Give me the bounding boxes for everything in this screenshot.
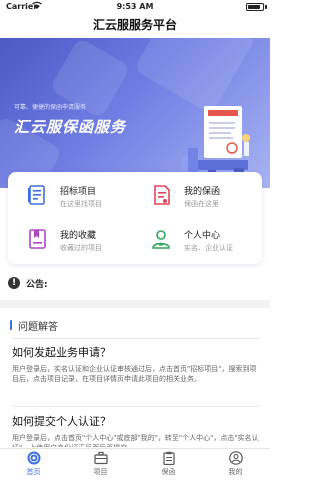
menu-item-subtitle: 保函在这里 [184,200,219,208]
page-title: 汇云服服务平台 [92,18,177,32]
menu-item-subtitle: 在这里找项目 [60,200,102,208]
menu-item-title: 招标项目 [60,187,97,197]
faq-item[interactable]: 如何提交个人认证？ 用户登录后，点击首页"个人中心"或底部"我的"，转至"个人中… [12,413,260,447]
faq-divider [12,406,260,407]
document-list-icon [28,185,45,205]
status-time: 9:53 AM [116,2,154,11]
tab-projects[interactable]: 项目 [67,451,134,480]
hero-banner[interactable]: 可靠、便捷的保函申请服务 汇云服保函服务 [0,38,270,188]
faq-question: 如何发起业务申请？ [12,346,111,359]
tab-label: 保函 [161,468,176,476]
notice-label: 公告: [26,280,48,290]
profile-icon [228,451,243,465]
menu-item-my-favorites[interactable]: 我的收藏 收藏过的项目 [14,222,134,262]
tab-guarantees[interactable]: 保函 [135,451,202,480]
menu-item-title: 我的保函 [184,187,221,197]
menu-item-title: 个人中心 [184,231,221,241]
tab-label: 项目 [93,468,108,476]
battery-icon [246,3,264,11]
faq-answer: 用户登录后，点击首页"个人中心"或底部"我的"，转至"个人中心"，点击"实名认证… [12,434,259,447]
section-accent-bar [10,320,12,330]
faq-section-header: 问题解答 [0,314,270,336]
battery-cap [265,5,267,9]
menu-item-subtitle: 实名、企业认证 [184,244,233,252]
user-icon [152,230,170,249]
section-divider [0,300,270,308]
quick-menu-card: 招标项目 在这里找项目 我的保函 保函在这里 我的收藏 收藏过的项目 个人中心 … [8,172,262,264]
menu-item-title: 我的收藏 [60,231,97,241]
contract-icon [154,185,170,205]
faq-divider [12,338,260,339]
menu-item-bidding-projects[interactable]: 招标项目 在这里找项目 [14,178,134,218]
briefcase-icon [93,451,108,465]
banner-slogan: 可靠、便捷的保函申请服务 [14,104,87,111]
home-icon [27,451,40,465]
faq-question: 如何提交个人认证？ [12,415,111,428]
bottom-tab-bar: 首页 项目 保函 我的 [0,448,270,480]
menu-item-personal-center[interactable]: 个人中心 实名、企业认证 [138,222,258,262]
clipboard-icon [162,451,175,465]
tab-label: 首页 [26,468,41,476]
notice-bar[interactable]: ! 公告: [0,272,270,296]
banner-brand: 汇云服保函服务 [14,118,127,136]
tab-mine[interactable]: 我的 [202,451,269,480]
bookmark-icon [29,229,46,249]
faq-answer: 用户登录后，实名认证和企业认证审核通过后，点击首页"招标项目"，搜索到项目后，点… [12,365,257,383]
alert-icon: ! [8,277,20,289]
tab-label: 我的 [228,468,243,476]
faq-item[interactable]: 如何发起业务申请？ 用户登录后，实名认证和企业认证审核通过后，点击首页"招标项目… [12,344,260,384]
menu-item-subtitle: 收藏过的项目 [60,244,102,252]
menu-item-my-guarantees[interactable]: 我的保函 保函在这里 [138,178,258,218]
status-bar: Carrier 9:53 AM [0,0,270,14]
tab-home[interactable]: 首页 [0,451,67,480]
faq-section-title: 问题解答 [18,322,58,333]
